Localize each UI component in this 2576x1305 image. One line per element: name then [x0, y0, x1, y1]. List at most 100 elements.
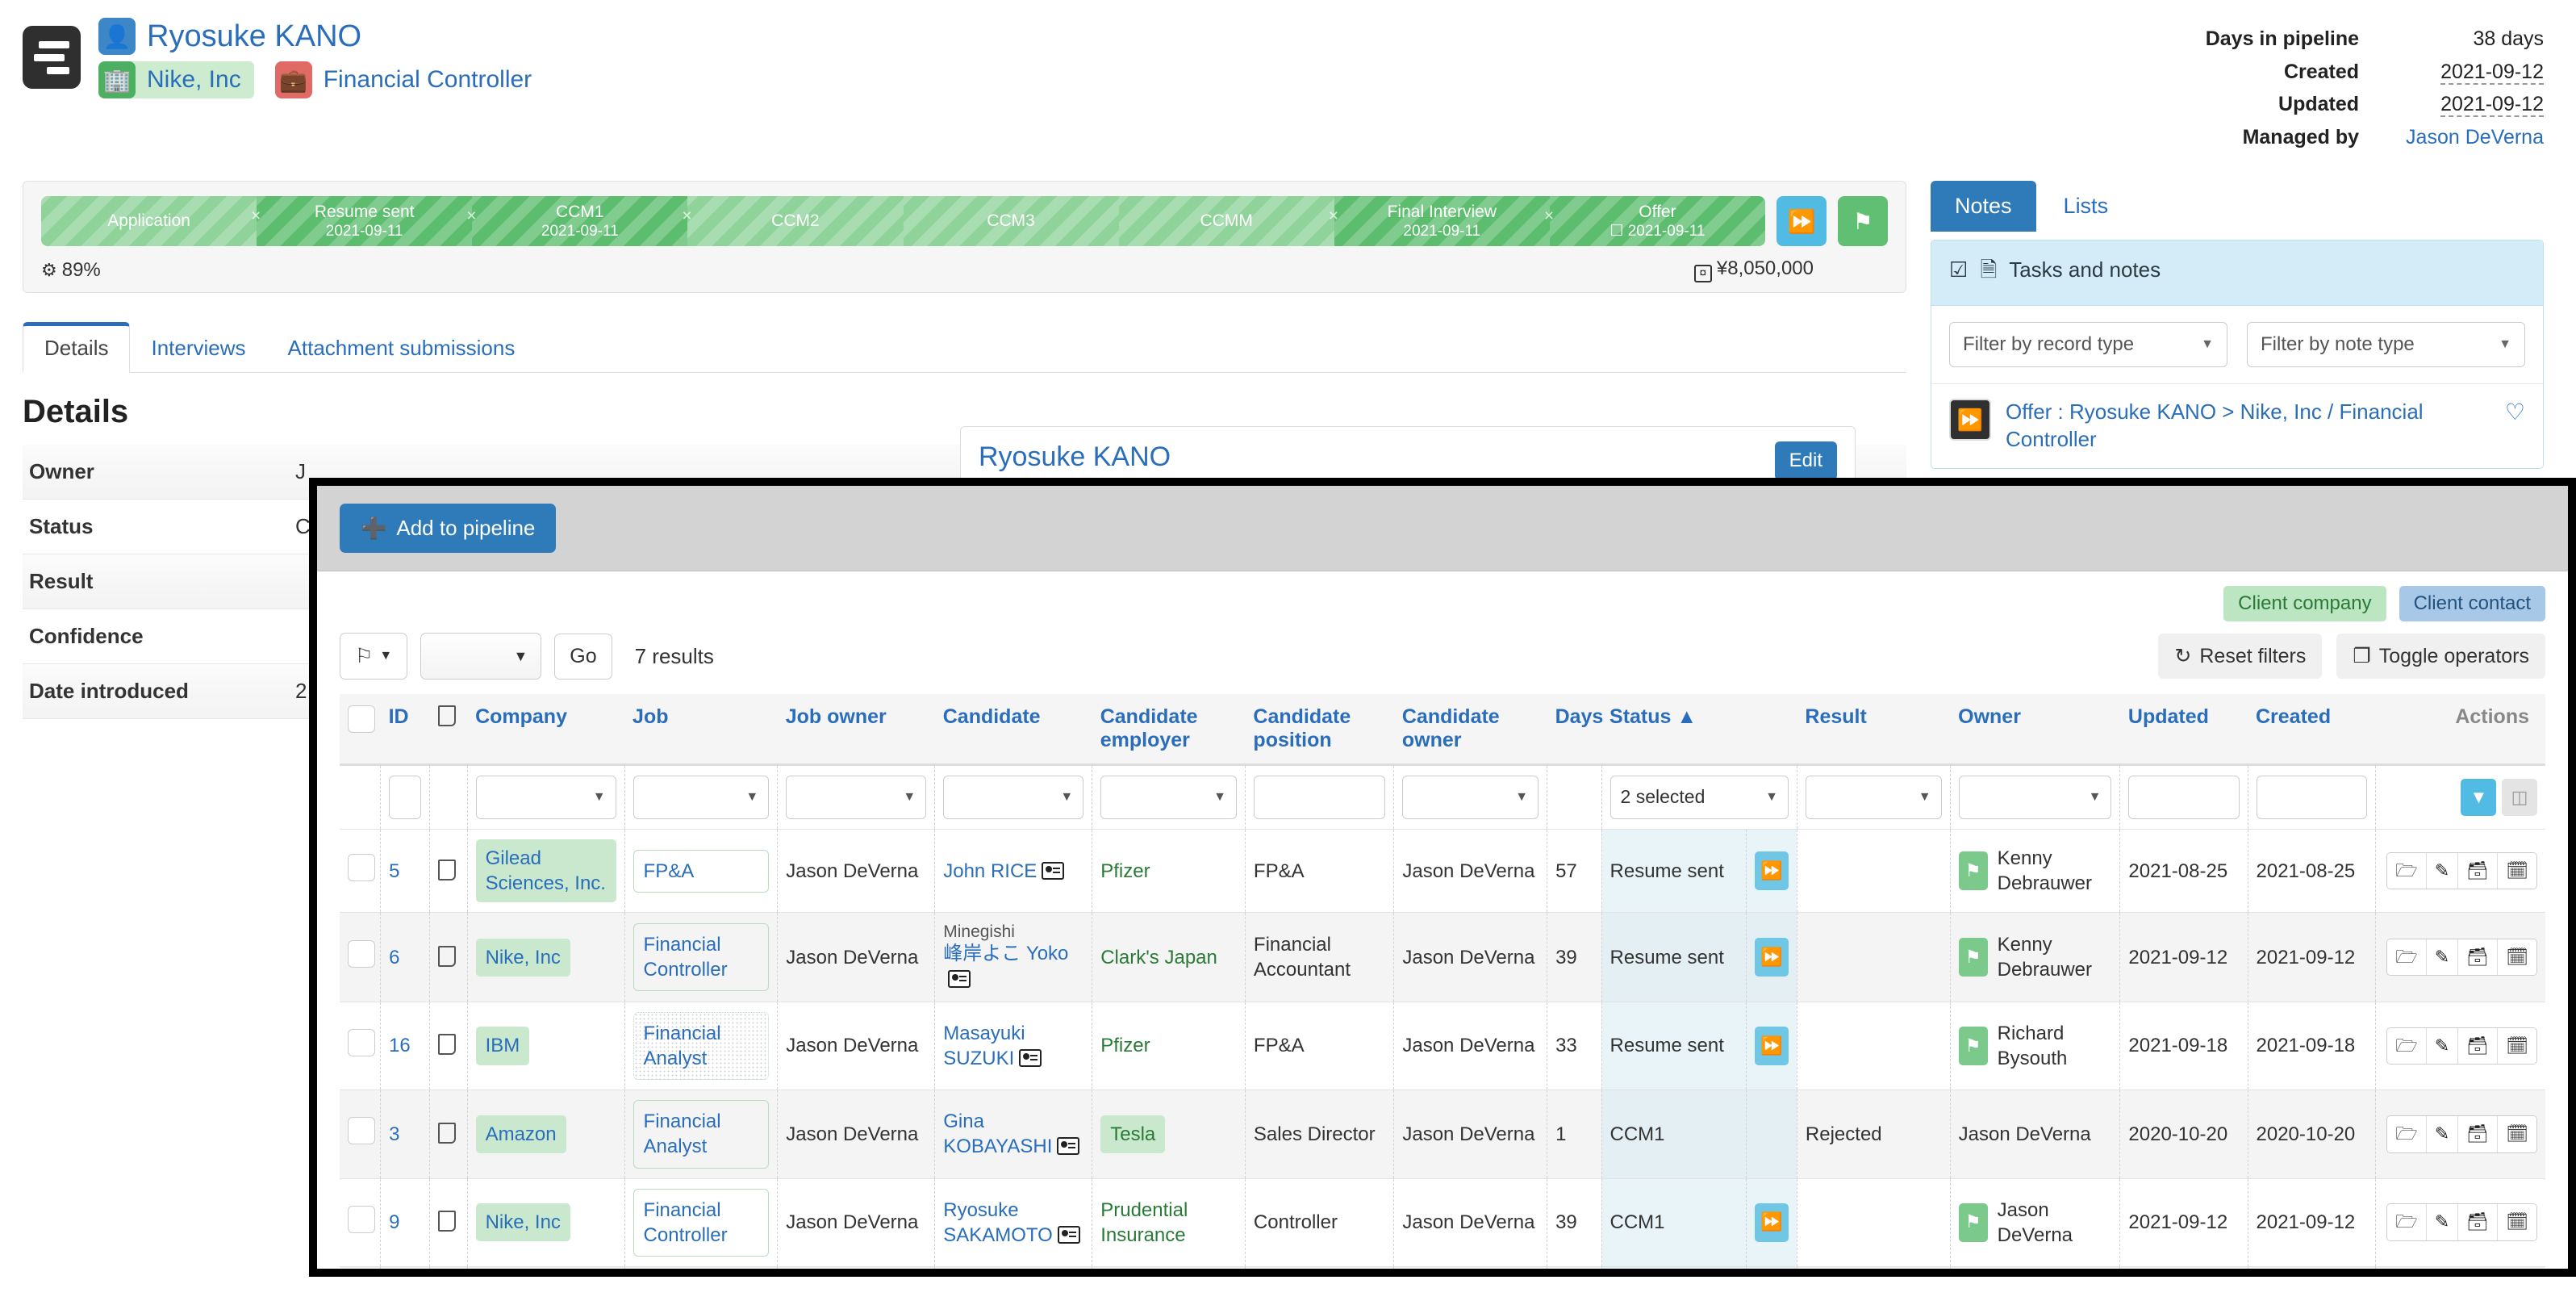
- calendar-icon[interactable]: 🗓: [2498, 939, 2536, 976]
- calendar-icon[interactable]: 🗓: [2498, 1116, 2536, 1152]
- cell-id[interactable]: 11: [380, 1266, 431, 1269]
- toggle-operators-button[interactable]: ❐ Toggle operators: [2336, 634, 2545, 679]
- column-header-days[interactable]: Days: [1547, 694, 1603, 766]
- add-to-pipeline-button[interactable]: ➕ Add to pipeline: [340, 504, 557, 553]
- filter-updated-cell[interactable]: [2119, 764, 2248, 830]
- column-header-candidate-employer[interactable]: Candidate employer: [1092, 694, 1246, 766]
- candidate-card-name[interactable]: Ryosuke KANO: [979, 441, 1171, 473]
- id-link[interactable]: 16: [389, 1035, 411, 1056]
- pipeline-stage-ccm1[interactable]: × CCM1 2021-09-11: [466, 196, 688, 246]
- note-icon[interactable]: [438, 1211, 457, 1232]
- pipeline-stage-ccm3[interactable]: CCM3: [903, 196, 1119, 246]
- company-chip[interactable]: Nike, Inc: [475, 1203, 570, 1242]
- column-header-company[interactable]: Company: [467, 694, 625, 766]
- advance-stage-button[interactable]: ⏩: [1754, 1203, 1789, 1242]
- cell-advance[interactable]: ⏩: [1746, 829, 1797, 914]
- candidate-employer-link[interactable]: Pfizer: [1100, 1035, 1150, 1056]
- candidate-employer-link[interactable]: Clark's Japan: [1100, 947, 1217, 968]
- funnel-icon[interactable]: ▼: [2461, 779, 2497, 816]
- tab-attachment-submissions[interactable]: Attachment submissions: [267, 323, 536, 372]
- column-header-job[interactable]: Job: [624, 694, 778, 766]
- note-icon[interactable]: [438, 1122, 457, 1144]
- column-header-updated[interactable]: Updated: [2119, 694, 2248, 766]
- archive-icon[interactable]: 🗃: [2458, 939, 2499, 976]
- open-folder-icon[interactable]: 🗁: [2387, 1027, 2427, 1064]
- pipeline-stage-offer[interactable]: × Offer ☐ 2021-09-11: [1544, 196, 1765, 246]
- archive-icon[interactable]: 🗃: [2458, 852, 2499, 889]
- cell-candidate[interactable]: Ryosuke SAKAMOTO: [934, 1178, 1093, 1267]
- columns-icon[interactable]: ◫: [2502, 779, 2537, 816]
- flag-icon[interactable]: ⚑: [1958, 1203, 1988, 1242]
- contact-card-icon[interactable]: [1042, 861, 1065, 880]
- job-link[interactable]: Financial Analyst: [633, 1100, 770, 1169]
- table-row[interactable]: 6 Nike, Inc Financial Controller Jason DeVe…: [340, 912, 2545, 1002]
- filter-created-cell[interactable]: [2248, 764, 2376, 830]
- id-link[interactable]: 6: [389, 947, 399, 968]
- filter-owner-select[interactable]: ▼: [1958, 776, 2112, 819]
- column-header-id[interactable]: ID: [380, 694, 430, 766]
- flag-icon[interactable]: ⚑: [1958, 1027, 1988, 1066]
- open-folder-icon[interactable]: 🗁: [2387, 939, 2427, 976]
- column-header-candidate-owner[interactable]: Candidate owner: [1393, 694, 1547, 766]
- column-header-candidate-position[interactable]: Candidate position: [1245, 694, 1394, 766]
- pipeline-stage-ccmm[interactable]: CCMM: [1118, 196, 1334, 246]
- cell-candidate-employer[interactable]: Clark's Japan: [1092, 912, 1246, 1002]
- contact-card-icon[interactable]: [1019, 1049, 1042, 1068]
- page-title[interactable]: Ryosuke KANO: [147, 19, 361, 54]
- tab-interviews[interactable]: Interviews: [130, 323, 266, 372]
- filter-job-owner-cell[interactable]: ▼: [777, 764, 936, 830]
- filter-job-owner-select[interactable]: ▼: [786, 776, 927, 819]
- filter-owner-cell[interactable]: ▼: [1950, 764, 2121, 830]
- filter-candidate-owner-select[interactable]: ▼: [1402, 776, 1539, 819]
- cell-candidate-employer[interactable]: Prudential Insurance: [1092, 1178, 1246, 1267]
- row-checkbox[interactable]: [348, 1117, 375, 1145]
- cell-company[interactable]: IBM: [467, 1266, 625, 1269]
- cell-id[interactable]: 9: [380, 1178, 431, 1267]
- job-link[interactable]: Financial Controller: [633, 922, 770, 992]
- archive-icon[interactable]: 🗃: [2458, 1027, 2499, 1064]
- tasks-and-notes-header[interactable]: ☑ 🗎 Tasks and notes: [1931, 241, 2543, 306]
- cell-company[interactable]: Nike, Inc: [467, 1178, 625, 1267]
- pipeline-stage-ccm2[interactable]: × CCM2: [682, 196, 904, 246]
- advance-stage-button[interactable]: ⏩: [1754, 1027, 1789, 1066]
- heart-icon[interactable]: ♡: [2505, 399, 2525, 425]
- cell-candidate-employer[interactable]: Pfizer: [1092, 1266, 1246, 1269]
- open-folder-icon[interactable]: 🗁: [2387, 852, 2427, 889]
- pipeline-stages[interactable]: Application × Resume sent 2021-09-11 × CCM1 20…: [41, 196, 1765, 246]
- tab-lists[interactable]: Lists: [2040, 181, 2133, 232]
- cell-job[interactable]: Financial Analyst: [624, 1002, 779, 1091]
- candidate-employer-link[interactable]: Tesla: [1100, 1115, 1166, 1153]
- candidate-link[interactable]: Masayuki SUZUKI: [943, 1023, 1025, 1069]
- job-link[interactable]: FP&A: [633, 849, 770, 893]
- note-icon[interactable]: [438, 1034, 457, 1056]
- cell-job[interactable]: Financial Controller: [624, 912, 779, 1002]
- filter-candidate-cell[interactable]: ▼: [934, 764, 1093, 830]
- cell-id[interactable]: 16: [380, 1002, 431, 1091]
- edit-icon[interactable]: ✎: [2426, 1027, 2459, 1064]
- table-row[interactable]: 3 Amazon Financial Analyst Jason DeVerna Gin…: [340, 1090, 2545, 1179]
- tag-client-company[interactable]: Client company: [2223, 586, 2386, 621]
- cell-job[interactable]: FP&A: [624, 1266, 779, 1269]
- notes-tabs[interactable]: Notes Lists: [1931, 181, 2544, 232]
- column-header-job-owner[interactable]: Job owner: [777, 694, 935, 766]
- cell-id[interactable]: 3: [380, 1090, 431, 1179]
- table-row[interactable]: 16 IBM Financial Analyst Jason DeVerna Masay…: [340, 1002, 2545, 1091]
- pipeline-stage-final-interview[interactable]: × Final Interview 2021-09-11: [1329, 196, 1550, 246]
- pipeline-stage-resume-sent[interactable]: × Resume sent 2021-09-11: [251, 196, 473, 246]
- candidate-card-edit-button[interactable]: Edit: [1774, 441, 1837, 480]
- filter-status-cell[interactable]: 2 selected ▼: [1601, 764, 1797, 830]
- bulk-action-select[interactable]: ▼: [420, 633, 542, 680]
- edit-icon[interactable]: ✎: [2426, 1116, 2459, 1152]
- row-checkbox-cell[interactable]: [340, 1266, 382, 1269]
- candidate-link[interactable]: John RICE: [943, 860, 1037, 882]
- column-header-result[interactable]: Result: [1797, 694, 1951, 766]
- cell-id[interactable]: 6: [380, 912, 431, 1002]
- cell-candidate[interactable]: Gina KOBAYASHI: [934, 1090, 1093, 1179]
- cell-job[interactable]: Financial Analyst: [624, 1090, 779, 1179]
- meta-value-managed-by[interactable]: Jason DeVerna: [2406, 126, 2544, 148]
- candidate-link[interactable]: Ryosuke SAKAMOTO: [943, 1199, 1053, 1246]
- edit-icon[interactable]: ✎: [2426, 852, 2459, 889]
- company-chip[interactable]: IBM: [475, 1027, 530, 1065]
- contact-card-icon[interactable]: [1057, 1225, 1080, 1244]
- id-link[interactable]: 5: [389, 860, 399, 882]
